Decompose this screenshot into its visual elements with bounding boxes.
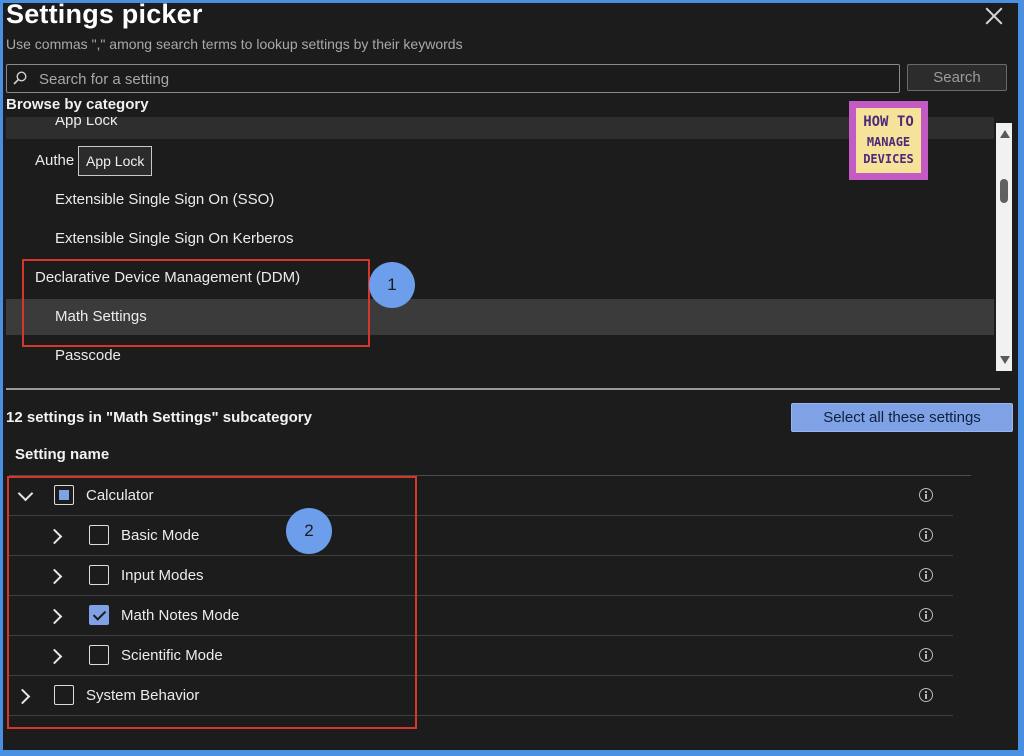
how-to-manage-devices-logo: HOW TO MANAGE DEVICES — [849, 101, 928, 180]
tooltip: App Lock — [78, 146, 153, 176]
search-input[interactable] — [37, 65, 891, 94]
scroll-up-icon[interactable] — [1000, 130, 1010, 138]
info-icon[interactable] — [919, 528, 933, 542]
category-scrollbar[interactable] — [996, 123, 1012, 371]
search-field[interactable] — [6, 64, 900, 94]
page-title: Settings picker — [6, 3, 203, 29]
category-item-label: Extensible Single Sign On (SSO) — [55, 191, 275, 208]
search-button[interactable]: Search — [907, 64, 1007, 91]
subcategory-header: 12 settings in "Math Settings" subcatego… — [6, 409, 312, 426]
logo-line-2: MANAGE — [866, 135, 911, 149]
category-item-extensible-sso-kerberos[interactable]: Extensible Single Sign On Kerberos — [6, 221, 994, 257]
annotation-badge-2: 2 — [286, 508, 332, 554]
close-icon[interactable] — [983, 5, 1005, 27]
search-icon — [13, 71, 27, 85]
category-item-extensible-sso[interactable]: Extensible Single Sign On (SSO) — [6, 182, 994, 218]
category-item-authentication[interactable]: Authe — [6, 143, 994, 179]
annotation-box-2 — [7, 476, 417, 729]
category-item-label: Extensible Single Sign On Kerberos — [55, 230, 294, 247]
setting-name-column-header: Setting name — [15, 446, 110, 463]
logo-line-3: DEVICES — [863, 152, 914, 166]
category-item-label: App Lock — [55, 117, 118, 129]
select-all-settings-button[interactable]: Select all these settings — [791, 403, 1013, 432]
category-item-app-lock[interactable]: App Lock — [6, 117, 994, 139]
info-icon[interactable] — [919, 688, 933, 702]
settings-picker-panel: Settings picker Use commas "," among sea… — [3, 3, 1018, 750]
scroll-down-icon[interactable] — [1000, 356, 1010, 364]
logo-line-1: HOW TO — [863, 114, 914, 130]
divider — [6, 388, 1000, 390]
info-icon[interactable] — [919, 488, 933, 502]
page-subtitle: Use commas "," among search terms to loo… — [6, 36, 463, 52]
info-icon[interactable] — [919, 608, 933, 622]
browse-by-category-label: Browse by category — [6, 96, 149, 113]
annotation-badge-1: 1 — [369, 262, 415, 308]
annotation-box-1 — [22, 259, 370, 347]
scroll-thumb[interactable] — [1000, 179, 1008, 203]
info-icon[interactable] — [919, 568, 933, 582]
category-item-label: Authe — [35, 152, 75, 169]
info-icon[interactable] — [919, 648, 933, 662]
